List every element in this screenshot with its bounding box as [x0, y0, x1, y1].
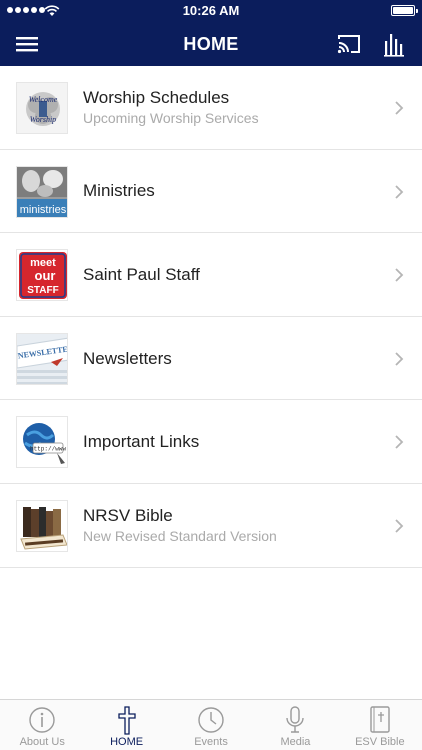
welcome-worship-image: Welcome Worship	[16, 82, 68, 134]
chevron-right-icon	[395, 352, 404, 366]
battery-icon	[391, 5, 418, 16]
tab-label: Media	[280, 736, 311, 748]
meet-our-staff-image: meet our STAFF	[16, 249, 68, 302]
list-item-subtitle: Upcoming Worship Services	[83, 110, 259, 127]
tab-about-us[interactable]: About Us	[0, 700, 84, 750]
svg-text:ministries: ministries	[20, 204, 67, 216]
svg-text:http://www: http://www	[30, 446, 66, 453]
list-item-label: Important Links	[83, 432, 200, 452]
bible-icon	[370, 706, 390, 733]
tab-media[interactable]: Media	[253, 700, 337, 750]
tab-esv-bible[interactable]: ESV Bible	[338, 700, 422, 750]
microphone-icon	[286, 706, 305, 733]
status-bar: 10:26 AM	[0, 0, 422, 22]
chevron-right-icon	[395, 519, 404, 533]
list-item-label: NRSV Bible	[83, 506, 173, 526]
svg-text:Welcome: Welcome	[29, 95, 58, 104]
home-menu-list: Welcome Worship Worship Schedules Upcomi…	[0, 66, 422, 568]
cast-icon[interactable]	[336, 32, 362, 56]
bar-chart-icon[interactable]	[384, 31, 406, 57]
cross-icon	[117, 706, 136, 735]
chevron-right-icon	[395, 101, 404, 115]
list-item-subtitle: New Revised Standard Version	[83, 528, 277, 545]
svg-text:our: our	[35, 268, 56, 283]
tab-label: HOME	[110, 736, 144, 748]
tab-label: Events	[194, 736, 228, 748]
globe-link-image: http://www	[16, 416, 68, 469]
chevron-right-icon	[395, 268, 404, 282]
list-item-nrsv-bible[interactable]: NRSV Bible New Revised Standard Version	[0, 483, 422, 568]
list-item-label: Saint Paul Staff	[83, 264, 200, 284]
tab-label: ESV Bible	[355, 736, 405, 748]
bible-books-image	[16, 499, 68, 552]
list-item-label: Worship Schedules	[83, 88, 230, 108]
list-item-ministries[interactable]: ministries Ministries	[0, 149, 422, 234]
list-item-worship-schedules[interactable]: Welcome Worship Worship Schedules Upcomi…	[0, 66, 422, 150]
svg-text:STAFF: STAFF	[27, 285, 58, 296]
status-time: 10:26 AM	[182, 3, 240, 18]
app-header: HOME	[0, 22, 422, 66]
chevron-right-icon	[395, 435, 404, 450]
list-item-newsletters[interactable]: NEWSLETTE Newsletters	[0, 316, 422, 401]
list-item-label: Newsletters	[83, 348, 172, 368]
bottom-tab-bar: About Us HOME Events Media ESV Bible	[0, 699, 422, 750]
ministries-image: ministries	[16, 165, 68, 218]
chevron-right-icon	[395, 184, 404, 199]
info-icon	[29, 707, 55, 733]
list-item-important-links[interactable]: http://www Important Links	[0, 400, 422, 484]
tab-events[interactable]: Events	[169, 700, 253, 750]
list-item-label: Ministries	[83, 181, 155, 201]
tab-home[interactable]: HOME	[84, 700, 168, 750]
tab-label: About Us	[19, 736, 65, 748]
newsletter-image: NEWSLETTE	[16, 332, 68, 385]
clock-icon	[198, 707, 224, 733]
list-item-saint-paul-staff[interactable]: meet our STAFF Saint Paul Staff	[0, 233, 422, 317]
svg-text:Worship: Worship	[30, 115, 56, 124]
